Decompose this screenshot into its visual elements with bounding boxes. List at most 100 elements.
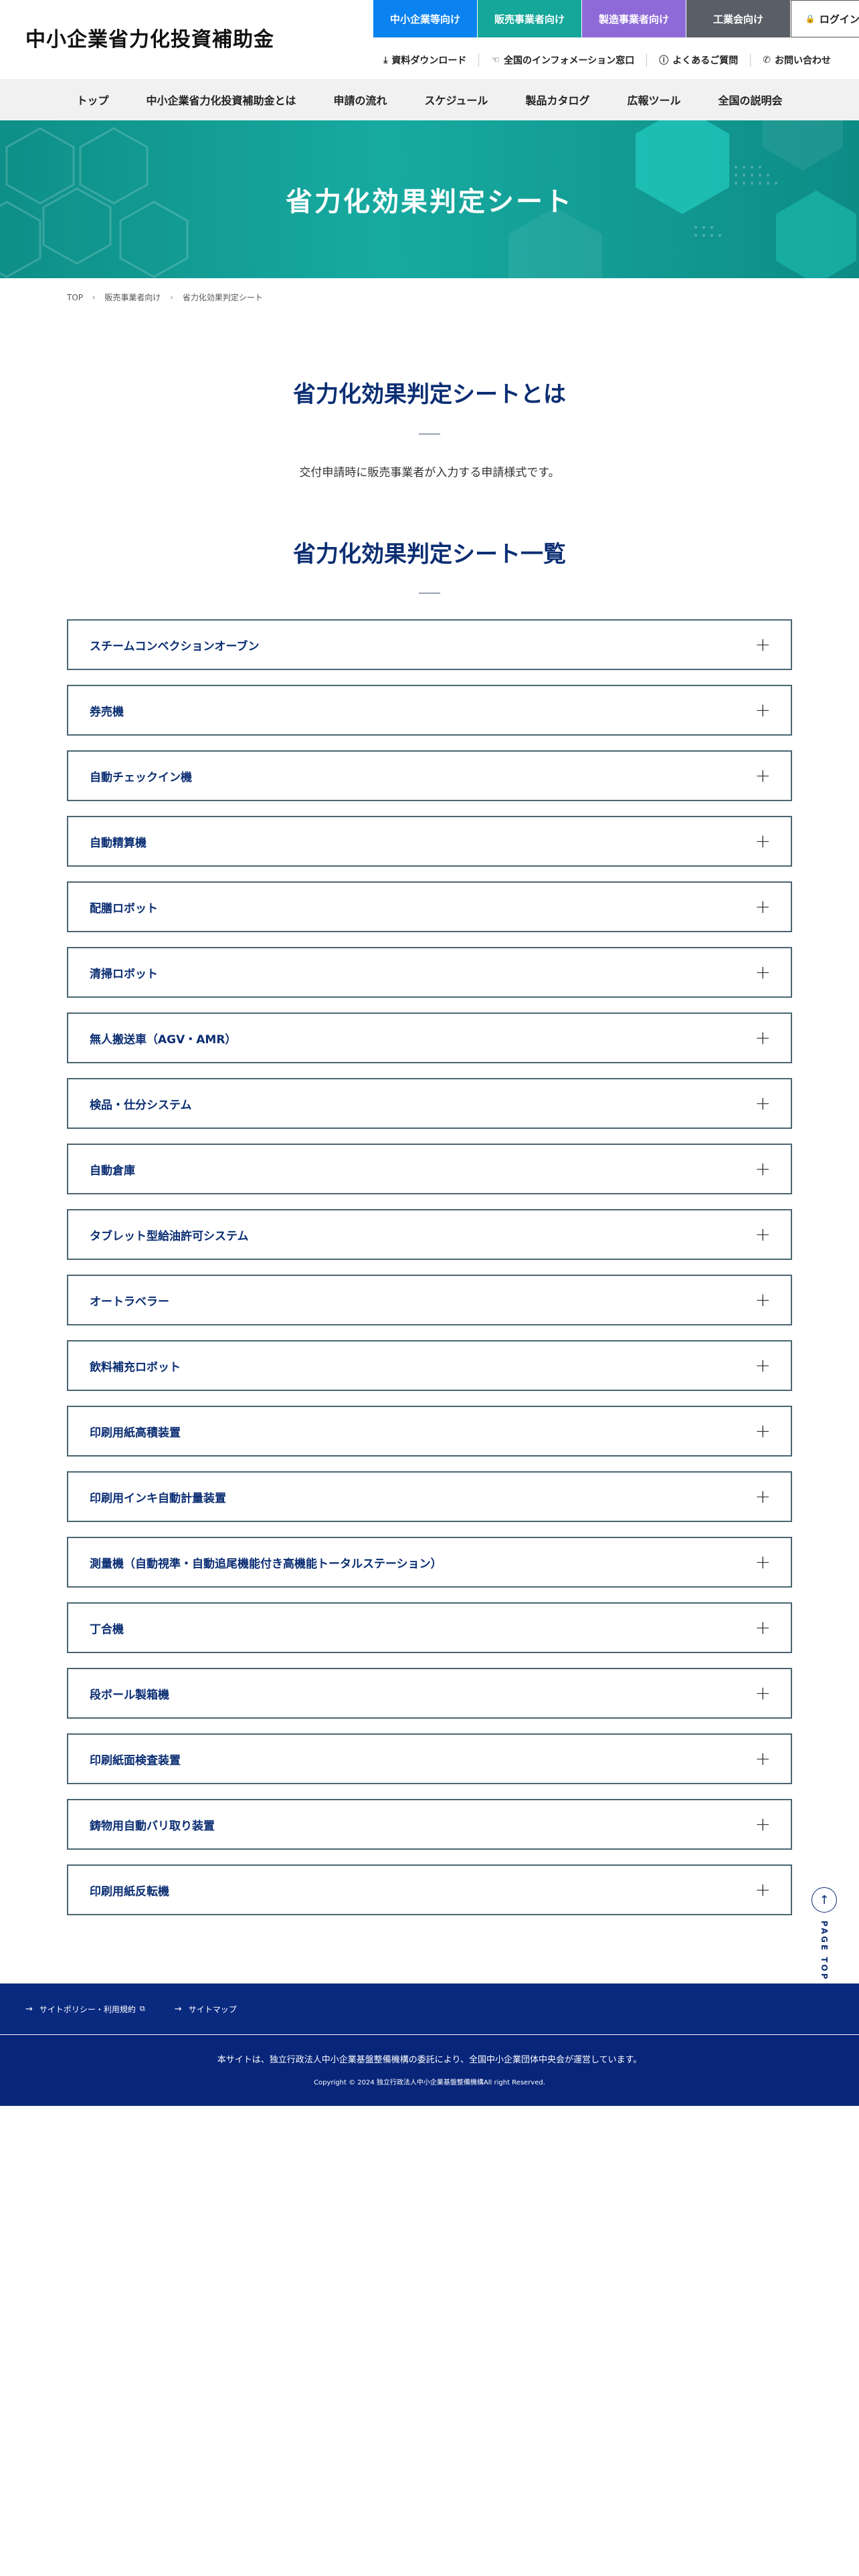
breadcrumb-current: 省力化効果判定シート — [182, 293, 263, 302]
plus-icon: + — [755, 699, 771, 721]
plus-icon: + — [755, 1158, 771, 1180]
accordion-item[interactable]: 印刷用紙反転機 + — [67, 1864, 792, 1915]
site-title[interactable]: 中小企業省力化投資補助金 — [25, 23, 274, 52]
heading-divider — [419, 593, 440, 594]
accordion-label: 清掃ロボット — [90, 967, 158, 981]
accordion-label: 自動倉庫 — [90, 1164, 135, 1178]
chevron-right-icon: › — [92, 293, 96, 302]
nav-item-pr-tools[interactable]: 広報ツール — [608, 92, 699, 108]
plus-icon: + — [755, 1092, 771, 1114]
plus-icon: + — [755, 1747, 771, 1769]
accordion-label: 鋳物用自動バリ取り装置 — [90, 1819, 215, 1833]
page-top-button[interactable]: ↑ PAGE TOP — [811, 1887, 838, 1981]
plus-icon: + — [755, 1289, 771, 1311]
breadcrumb-top[interactable]: TOP — [67, 293, 83, 302]
footer-links: → サイトポリシー・利用規約 ⧉ → サイトマップ — [0, 1983, 859, 2034]
accordion-item[interactable]: スチームコンベクションオーブン + — [67, 619, 792, 670]
nav-item-briefings[interactable]: 全国の説明会 — [699, 92, 801, 108]
util-link-faq[interactable]: ⓘ よくあるご質問 — [646, 53, 750, 67]
util-link-label: よくあるご質問 — [672, 56, 739, 66]
footer-link-site-policy[interactable]: → サイトポリシー・利用規約 ⧉ — [25, 2004, 145, 2015]
accordion-item[interactable]: 自動精算機 + — [67, 816, 792, 867]
plus-icon: + — [755, 1551, 771, 1573]
accordion-item[interactable]: 自動チェックイン機 + — [67, 750, 792, 801]
accordion-item[interactable]: 段ボール製箱機 + — [67, 1668, 792, 1719]
heading-divider — [419, 433, 440, 435]
question-icon: ⓘ — [659, 56, 669, 66]
login-button[interactable]: 🔒 ログイン ⌄ — [791, 0, 859, 37]
tab-sme[interactable]: 中小企業等向け — [373, 0, 477, 37]
accordion-item[interactable]: 清掃ロボット + — [67, 947, 792, 998]
plus-icon: + — [755, 1354, 771, 1376]
accordion-item[interactable]: 印刷用紙高積装置 + — [67, 1406, 792, 1457]
accordion-item[interactable]: 券売機 + — [67, 685, 792, 736]
page-top-label: PAGE TOP — [820, 1921, 829, 1981]
login-label: ログイン — [819, 13, 859, 25]
accordion-item[interactable]: タブレット型給油許可システム + — [67, 1209, 792, 1260]
util-link-contact[interactable]: ✆ お問い合わせ — [750, 53, 843, 67]
accordion-label: 段ボール製箱機 — [90, 1688, 169, 1702]
global-nav: トップ 中小企業省力化投資補助金とは 申請の流れ スケジュール 製品カタログ 広… — [0, 79, 859, 120]
nav-item-catalog[interactable]: 製品カタログ — [506, 92, 608, 108]
nav-item-top[interactable]: トップ — [58, 92, 128, 108]
download-icon: ⤓ — [383, 55, 388, 66]
nav-item-about[interactable]: 中小企業省力化投資補助金とは — [128, 92, 315, 108]
util-link-download[interactable]: ⤓ 資料ダウンロード — [371, 53, 478, 67]
accordion-label: 丁合機 — [90, 1622, 124, 1636]
accordion-item[interactable]: 配膳ロボット + — [67, 881, 792, 932]
accordion-item[interactable]: 鋳物用自動バリ取り装置 + — [67, 1799, 792, 1850]
nav-item-flow[interactable]: 申請の流れ — [315, 92, 406, 108]
plus-icon: + — [755, 830, 771, 852]
accordion-label: 飲料補充ロボット — [90, 1360, 181, 1374]
breadcrumb: TOP › 販売事業者向け › 省力化効果判定シート — [67, 292, 263, 303]
footer-link-sitemap[interactable]: → サイトマップ — [175, 2004, 237, 2015]
lock-icon: 🔒 — [805, 14, 816, 23]
plus-icon: + — [755, 1420, 771, 1442]
util-link-info-desk[interactable]: ☜ 全国のインフォメーション窓口 — [478, 53, 646, 67]
footer-bottom: 本サイトは、独立行政法人中小企業基盤整備機構の委託により、全国中小企業団体中央会… — [0, 2035, 859, 2106]
plus-icon: + — [755, 1616, 771, 1638]
page-title: 省力化効果判定シート — [286, 187, 573, 217]
plus-icon: + — [755, 764, 771, 786]
plus-icon: + — [755, 1223, 771, 1245]
breadcrumb-vendor[interactable]: 販売事業者向け — [104, 292, 161, 303]
accordion-item[interactable]: 自動倉庫 + — [67, 1144, 792, 1194]
accordion-label: 配膳ロボット — [90, 901, 158, 916]
chevron-right-icon: › — [170, 293, 173, 302]
accordion-item[interactable]: 検品・仕分システム + — [67, 1078, 792, 1129]
arrow-right-icon: → — [25, 2004, 33, 2014]
plus-icon: + — [755, 1879, 771, 1901]
site-header: 中小企業省力化投資補助金 中小企業等向け 販売事業者向け 製造事業者向け 工業会… — [0, 0, 859, 79]
accordion-item[interactable]: 印刷紙面検査装置 + — [67, 1733, 792, 1784]
pointer-icon: ☜ — [491, 55, 500, 66]
phone-icon: ✆ — [763, 55, 771, 66]
nav-item-schedule[interactable]: スケジュール — [406, 92, 507, 108]
hero-banner: 省力化効果判定シート — [0, 120, 859, 278]
accordion-label: 自動チェックイン機 — [90, 770, 192, 784]
accordion-item[interactable]: オートラベラー + — [67, 1275, 792, 1325]
accordion-label: 無人搬送車（AGV・AMR） — [90, 1033, 237, 1047]
accordion-label: 測量機（自動視準・自動追尾機能付き高機能トータルステーション） — [90, 1557, 442, 1571]
copyright: Copyright © 2024 独立行政法人中小企業基盤整備機構All rig… — [314, 2079, 545, 2086]
accordion-label: タブレット型給油許可システム — [90, 1229, 249, 1243]
accordion-item[interactable]: 測量機（自動視準・自動追尾機能付き高機能トータルステーション） + — [67, 1537, 792, 1588]
tab-vendor[interactable]: 販売事業者向け — [478, 0, 581, 37]
footer-link-label: サイトマップ — [188, 2004, 237, 2014]
accordion-item[interactable]: 飲料補充ロボット + — [67, 1340, 792, 1391]
accordion-label: 印刷紙面検査装置 — [90, 1753, 181, 1767]
accordion-item[interactable]: 丁合機 + — [67, 1602, 792, 1653]
external-link-icon: ⧉ — [139, 2004, 145, 2013]
about-lead-text: 交付申請時に販売事業者が入力する申請様式です。 — [299, 466, 560, 479]
arrow-right-icon: → — [174, 2004, 182, 2014]
accordion-label: 印刷用紙反転機 — [90, 1885, 169, 1899]
tab-maker[interactable]: 製造事業者向け — [582, 0, 686, 37]
accordion-item[interactable]: 無人搬送車（AGV・AMR） + — [67, 1012, 792, 1063]
judgment-sheet-list: スチームコンベクションオーブン + 券売機 + 自動チェックイン機 + 自動精算機 + … — [67, 619, 792, 1930]
plus-icon: + — [755, 961, 771, 983]
accordion-item[interactable]: 印刷用インキ自動計量装置 + — [67, 1471, 792, 1522]
list-heading: 省力化効果判定シート一覧 — [293, 541, 566, 568]
tab-industry-association[interactable]: 工業会向け — [686, 0, 790, 37]
accordion-label: オートラベラー — [90, 1295, 169, 1309]
util-link-label: 資料ダウンロード — [391, 56, 467, 66]
accordion-label: 印刷用紙高積装置 — [90, 1426, 181, 1440]
